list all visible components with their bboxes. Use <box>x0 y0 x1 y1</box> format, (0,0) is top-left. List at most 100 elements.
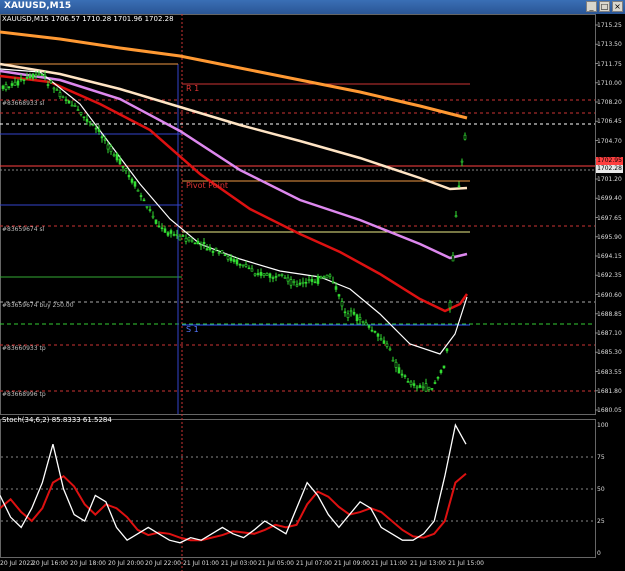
candle <box>337 294 341 297</box>
time-tick-label: 21 Jul 03:00 <box>221 560 257 567</box>
candle <box>406 381 410 383</box>
ma-orange <box>0 30 468 120</box>
candle <box>61 96 65 99</box>
candle <box>313 281 317 284</box>
candle <box>238 263 242 266</box>
candle <box>22 79 26 82</box>
candle <box>457 185 461 188</box>
time-tick-label: 20 Jul 22:00 <box>145 560 181 567</box>
candle <box>124 168 128 172</box>
time-tick-label: 21 Jul 13:00 <box>410 560 446 567</box>
candle <box>310 279 314 282</box>
candle <box>409 381 413 385</box>
candle <box>148 209 152 211</box>
stoch-level-label: 0 <box>597 550 601 557</box>
candle <box>292 281 296 283</box>
candle <box>70 104 74 107</box>
candle <box>43 74 47 77</box>
candle <box>133 181 137 187</box>
stoch-level-label: 50 <box>597 486 605 493</box>
price-tick-label: 1701.20 <box>597 176 622 183</box>
candle <box>82 116 86 119</box>
candle <box>448 301 452 309</box>
candle <box>301 281 305 284</box>
candle <box>175 234 179 236</box>
candle <box>253 273 257 276</box>
candle <box>418 385 422 388</box>
candle <box>94 127 98 130</box>
bb-line <box>0 68 468 355</box>
candle <box>331 281 335 283</box>
price-tick-label: 1699.40 <box>597 195 622 203</box>
candle <box>139 195 143 197</box>
price-tick-label: 1711.75 <box>597 60 622 68</box>
candle <box>190 240 194 242</box>
candle <box>79 112 83 115</box>
candle <box>145 206 149 208</box>
candle <box>34 74 38 76</box>
candle <box>343 311 347 314</box>
candle <box>262 273 266 276</box>
pivot-point-label: Pivot Point <box>186 181 229 190</box>
chart-area[interactable]: XAUUSD,M15 1706.57 1710.28 1701.96 1702.… <box>0 14 625 571</box>
ma-violet <box>0 69 468 260</box>
candle <box>223 254 227 257</box>
candle <box>115 153 119 161</box>
candle <box>364 322 368 326</box>
time-tick-label: 21 Jul 07:00 <box>296 560 332 567</box>
stoch-info: Stoch(34,6,2) 85.8333 61.5284 <box>2 416 112 424</box>
minimize-button[interactable]: _ <box>586 1 597 12</box>
candle <box>172 234 176 236</box>
close-button[interactable]: × <box>612 1 623 12</box>
candle <box>424 383 428 392</box>
candle <box>370 329 374 332</box>
candle <box>121 166 125 168</box>
candle <box>184 237 188 242</box>
candle <box>454 215 458 217</box>
candle <box>166 232 170 236</box>
candle <box>289 279 293 286</box>
candle <box>346 313 350 318</box>
price-tick-label: 1710.00 <box>597 79 622 87</box>
candle <box>163 228 167 233</box>
candle <box>103 138 107 141</box>
candle <box>67 100 71 104</box>
candle <box>226 256 230 260</box>
candle <box>88 121 92 123</box>
candle <box>235 259 239 265</box>
candle <box>31 73 35 79</box>
candle <box>352 312 356 315</box>
candle <box>208 247 212 251</box>
chart-canvas[interactable] <box>0 14 625 571</box>
candle <box>268 273 272 278</box>
candle <box>412 383 416 386</box>
candle <box>217 252 221 254</box>
price-tick-label: 1688.85 <box>597 310 622 318</box>
candle <box>169 230 173 234</box>
current-price-box: 1702.28 <box>596 165 623 173</box>
candle <box>322 276 326 278</box>
time-tick-label: 21 Jul 09:00 <box>334 560 370 567</box>
order-label-sl: #83659674 sl <box>2 226 45 233</box>
candle <box>199 244 203 247</box>
candle <box>391 359 395 362</box>
window-controls: _ □ × <box>586 1 623 12</box>
time-tick-label: 20 Jul 2022 <box>0 560 34 567</box>
maximize-button[interactable]: □ <box>599 1 610 12</box>
candle <box>46 84 50 86</box>
candle <box>97 129 101 132</box>
candle <box>259 272 263 276</box>
candle <box>142 199 146 202</box>
price-tick-label: 1683.55 <box>597 368 622 376</box>
price-tick-label: 1692.35 <box>597 272 622 280</box>
candle <box>25 76 29 79</box>
candle <box>154 219 158 224</box>
candle <box>16 80 20 86</box>
price-tick-label: 1715.25 <box>597 22 622 29</box>
candle <box>193 242 197 245</box>
time-tick-label: 21 Jul 15:00 <box>448 560 484 567</box>
candle <box>256 273 260 275</box>
candle <box>73 105 77 107</box>
candle <box>388 348 392 351</box>
candle <box>1 85 5 89</box>
